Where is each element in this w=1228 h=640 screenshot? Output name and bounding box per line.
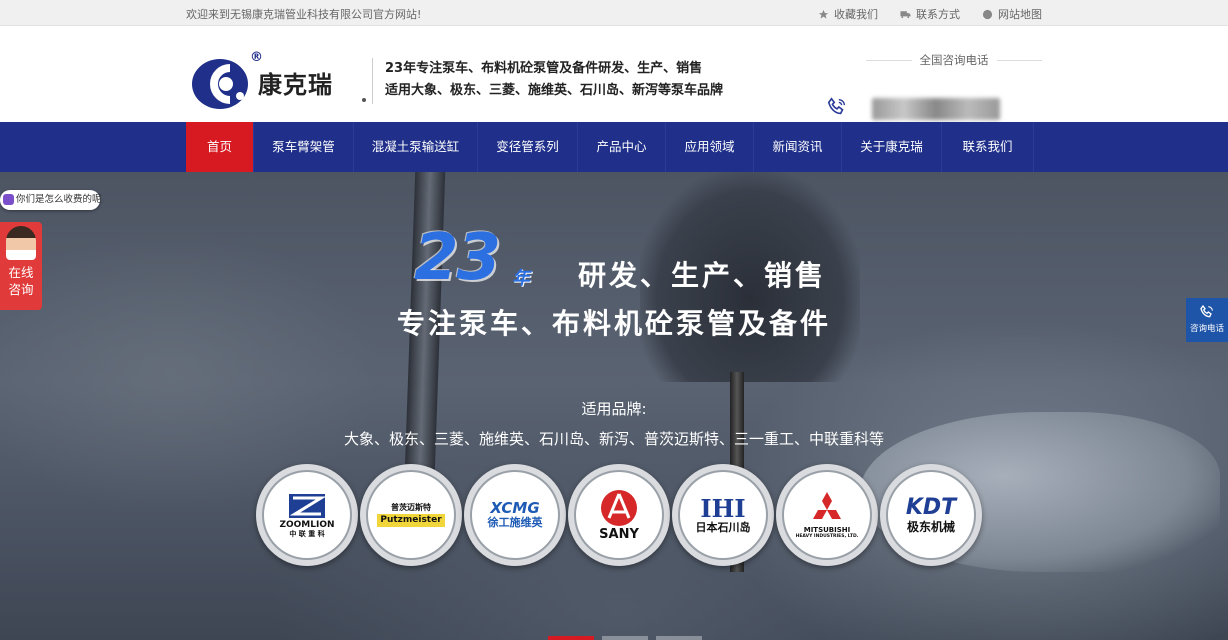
chat-bubble[interactable]: 你们是怎么收费的呢 xyxy=(0,190,102,210)
hotline-label: 全国咨询电话 xyxy=(911,53,997,67)
brand-logo-sany: SANY xyxy=(568,464,670,566)
slider-dot[interactable] xyxy=(548,636,594,640)
brand-logos: ZOOMLION 中 联 重 科 普茨迈斯特 Putzmeister XCMG … xyxy=(256,464,982,566)
nav-item-reducer-pipe[interactable]: 变径管系列 xyxy=(478,122,578,172)
brand-logo-zoomlion: ZOOMLION 中 联 重 科 xyxy=(256,464,358,566)
online-consult-button[interactable]: 在线 咨询 xyxy=(0,222,42,310)
bookmark-link[interactable]: 收藏我们 xyxy=(818,6,878,22)
chat-icon xyxy=(3,194,14,205)
site-header: ® 康克瑞 23年专注泵车、布料机砼泵管及备件研发、生产、销售 适用大象、极东、… xyxy=(0,26,1228,122)
slider-dots xyxy=(548,636,702,640)
nav-item-about[interactable]: 关于康克瑞 xyxy=(842,122,942,172)
star-icon xyxy=(818,9,829,19)
header-slogan: 23年专注泵车、布料机砼泵管及备件研发、生产、销售 适用大象、极东、三菱、施维英… xyxy=(372,58,723,104)
nav-item-boom-pipe[interactable]: 泵车臂架管 xyxy=(254,122,354,172)
brand-name: 康克瑞 xyxy=(258,70,333,99)
years-number: 23 xyxy=(414,221,501,295)
top-links: 收藏我们 联系方式 网站地图 xyxy=(818,6,1042,22)
registered-mark: ® xyxy=(250,50,263,65)
slogan-line-2: 适用大象、极东、三菱、施维英、石川岛、新泻等泵车品牌 xyxy=(385,83,724,98)
contact-link[interactable]: 联系方式 xyxy=(900,6,960,22)
zoomlion-logo-icon xyxy=(289,493,327,518)
brand-logo-putzmeister: 普茨迈斯特 Putzmeister xyxy=(360,464,462,566)
slogan-line-1: 23年专注泵车、布料机砼泵管及备件研发、生产、销售 xyxy=(385,61,703,76)
logo-mark-icon xyxy=(192,59,248,109)
nav-item-delivery-cylinder[interactable]: 混凝土泵输送缸 xyxy=(354,122,478,172)
nav-item-news[interactable]: 新闻资讯 xyxy=(754,122,842,172)
years-unit: 年 xyxy=(512,268,530,289)
agent-avatar xyxy=(6,226,36,260)
nav-item-contact[interactable]: 联系我们 xyxy=(942,122,1034,172)
phone-icon xyxy=(827,97,846,115)
nav-item-home[interactable]: 首页 xyxy=(186,122,254,172)
truck-icon xyxy=(900,10,911,18)
phone-icon xyxy=(1200,304,1213,318)
welcome-text: 欢迎来到无锡康克瑞管业科技有限公司官方网站! xyxy=(186,8,422,21)
nav-item-products[interactable]: 产品中心 xyxy=(578,122,666,172)
brands-list: 大象、极东、三菱、施维英、石川岛、新泻、普茨迈斯特、三一重工、中联重科等 xyxy=(343,430,884,448)
brand-logo-xcmg: XCMG 徐工施维英 xyxy=(464,464,566,566)
site-logo[interactable]: ® 康克瑞 xyxy=(190,50,366,114)
nav-item-applications[interactable]: 应用领域 xyxy=(666,122,754,172)
mitsubishi-logo-icon xyxy=(813,492,841,520)
slider-dot[interactable] xyxy=(602,636,648,640)
hotline-number-blurred xyxy=(872,98,1000,120)
sany-logo-icon xyxy=(601,489,637,526)
brand-logo-ihi: IHI 日本石川岛 xyxy=(672,464,774,566)
globe-icon xyxy=(982,9,993,19)
top-bar: 欢迎来到无锡康克瑞管业科技有限公司官方网站! 收藏我们 联系方式 网站地图 xyxy=(0,0,1228,26)
hero-headline-2: 专注泵车、布料机砼泵管及备件 xyxy=(396,307,831,340)
hero-headline-1: 研发、生产、销售 xyxy=(578,259,827,292)
brand-logo-kdt: KDT 极东机械 xyxy=(880,464,982,566)
main-nav: 首页 泵车臂架管 混凝土泵输送缸 变径管系列 产品中心 应用领域 新闻资讯 关于… xyxy=(0,122,1228,172)
slider-dot[interactable] xyxy=(656,636,702,640)
logo-dot xyxy=(362,98,366,102)
brands-label: 适用品牌: xyxy=(581,400,647,418)
float-phone-button[interactable]: 咨询电话 xyxy=(1186,298,1228,342)
sitemap-link[interactable]: 网站地图 xyxy=(982,6,1042,22)
brand-logo-mitsubishi: MITSUBISHI HEAVY INDUSTRIES, LTD. xyxy=(776,464,878,566)
